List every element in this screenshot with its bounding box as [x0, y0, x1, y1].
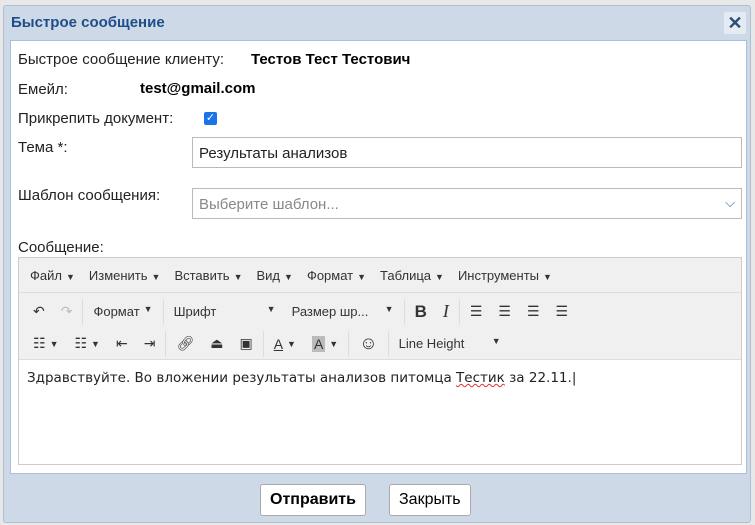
menu-file[interactable]: Файл ▼: [23, 268, 82, 283]
align-right-icon[interactable]: ☰: [519, 303, 548, 320]
format-dropdown[interactable]: Формат ▼: [85, 304, 160, 319]
undo-icon[interactable]: ↶: [25, 303, 53, 320]
bold-icon[interactable]: B: [407, 302, 435, 322]
background-color-icon[interactable]: A ▼: [304, 335, 346, 352]
editor-toolbar: ↶ ↷ Формат ▼ Шрифт ▼ Размер шр... ▼ B I ☰ ☰…: [19, 293, 741, 360]
editor-menubar: Файл ▼ Изменить ▼ Вставить ▼ Вид ▼ Формат ▼ Т…: [19, 258, 741, 293]
numbered-list-icon[interactable]: ☷ ▼: [66, 335, 107, 352]
align-center-icon[interactable]: ☰: [490, 303, 519, 320]
font-size-dropdown[interactable]: Размер шр... ▼: [284, 304, 402, 319]
text-color-icon[interactable]: A ▼: [266, 336, 304, 352]
emoticon-icon[interactable]: ☺: [351, 333, 385, 354]
font-dropdown[interactable]: Шрифт ▼: [166, 304, 284, 319]
template-label: Шаблон сообщения:: [18, 187, 161, 204]
attach-label: Прикрепить документ:: [18, 110, 174, 127]
menu-table[interactable]: Таблица ▼: [373, 268, 451, 283]
attach-checkbox[interactable]: ✓: [204, 112, 217, 125]
italic-icon[interactable]: I: [435, 301, 457, 322]
bullet-list-icon[interactable]: ☷ ▼: [25, 335, 66, 352]
line-height-dropdown[interactable]: Line Height ▼: [391, 336, 509, 351]
quick-message-dialog: Быстрое сообщение ✕ Быстрое сообщение кл…: [3, 5, 751, 523]
save-icon[interactable]: ▣: [231, 335, 260, 352]
send-button[interactable]: Отправить: [260, 484, 366, 516]
close-icon[interactable]: ✕: [724, 12, 746, 34]
align-justify-icon[interactable]: ☰: [548, 303, 577, 320]
client-label: Быстрое сообщение клиенту:: [18, 51, 225, 68]
menu-format[interactable]: Формат ▼: [300, 268, 373, 283]
email-value: test@gmail.com: [140, 80, 256, 97]
menu-tools[interactable]: Инструменты ▼: [451, 268, 559, 283]
email-label: Емейл:: [18, 81, 68, 98]
client-name: Тестов Тест Тестович: [251, 51, 411, 68]
align-left-icon[interactable]: ☰: [462, 303, 491, 320]
link-icon[interactable]: 🔗︎: [168, 335, 202, 352]
message-label: Сообщение:: [18, 239, 104, 256]
image-upload-icon[interactable]: ⏏: [202, 335, 231, 352]
rich-text-editor: Файл ▼ Изменить ▼ Вставить ▼ Вид ▼ Формат ▼ Т…: [18, 257, 742, 465]
dialog-title: Быстрое сообщение: [11, 14, 165, 31]
chevron-down-icon: ⌵: [725, 195, 735, 210]
menu-insert[interactable]: Вставить ▼: [167, 268, 249, 283]
outdent-icon[interactable]: ⇤: [108, 335, 136, 352]
template-placeholder: Выберите шаблон...: [199, 196, 339, 213]
subject-input[interactable]: Результаты анализов: [192, 137, 742, 168]
editor-content[interactable]: Здравствуйте. Во вложении результаты ана…: [19, 360, 741, 396]
redo-icon[interactable]: ↷: [53, 303, 81, 320]
template-select[interactable]: Выберите шаблон... ⌵: [192, 188, 742, 219]
close-button[interactable]: Закрыть: [389, 484, 471, 516]
menu-view[interactable]: Вид ▼: [249, 268, 299, 283]
subject-label: Тема *:: [18, 139, 68, 156]
menu-edit[interactable]: Изменить ▼: [82, 268, 168, 283]
indent-icon[interactable]: ⇥: [136, 335, 164, 352]
form-panel: Быстрое сообщение клиенту: Тестов Тест Т…: [10, 40, 747, 474]
